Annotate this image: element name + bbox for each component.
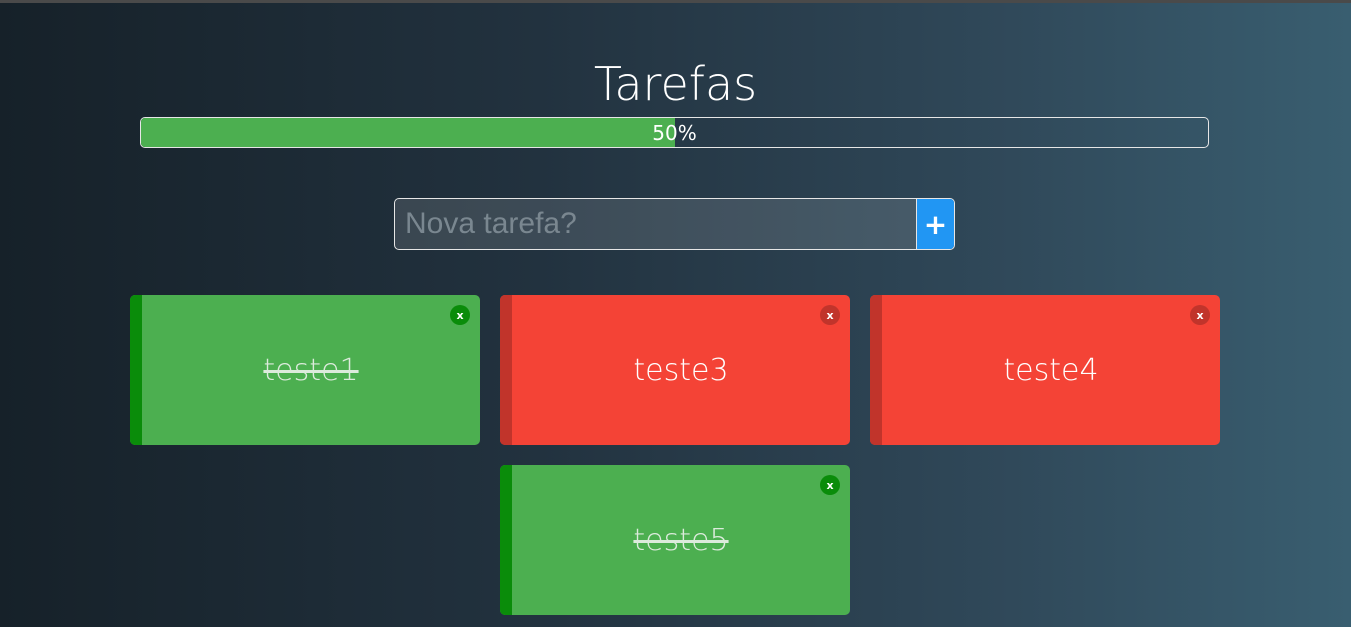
task-label-wrapper: teste5 [512,465,850,615]
task-label: teste5 [633,522,729,558]
task-card-teste1[interactable]: teste1 x [130,295,480,445]
task-label-wrapper: teste3 [512,295,850,445]
remove-task-button[interactable]: x [820,475,840,495]
progress-label: 50% [652,121,697,145]
task-status-stripe [130,295,142,445]
task-label: teste1 [263,352,359,388]
task-status-stripe [870,295,882,445]
remove-task-button[interactable]: x [1190,305,1210,325]
task-label-wrapper: teste4 [882,295,1220,445]
progress-bar: 50% [140,117,1209,148]
task-card-teste4[interactable]: teste4 x [870,295,1220,445]
remove-task-button[interactable]: x [450,305,470,325]
task-status-stripe [500,465,512,615]
new-task-form: + [394,198,955,250]
task-label: teste3 [633,352,729,388]
remove-task-button[interactable]: x [820,305,840,325]
add-task-button[interactable]: + [916,199,954,249]
task-card-teste3[interactable]: teste3 x [500,295,850,445]
task-label-wrapper: teste1 [142,295,480,445]
new-task-input[interactable] [395,199,916,249]
page-title: Tarefas [593,57,758,111]
window-top-border [0,0,1351,3]
task-status-stripe [500,295,512,445]
task-card-teste5[interactable]: teste5 x [500,465,850,615]
task-label: teste4 [1003,352,1099,388]
